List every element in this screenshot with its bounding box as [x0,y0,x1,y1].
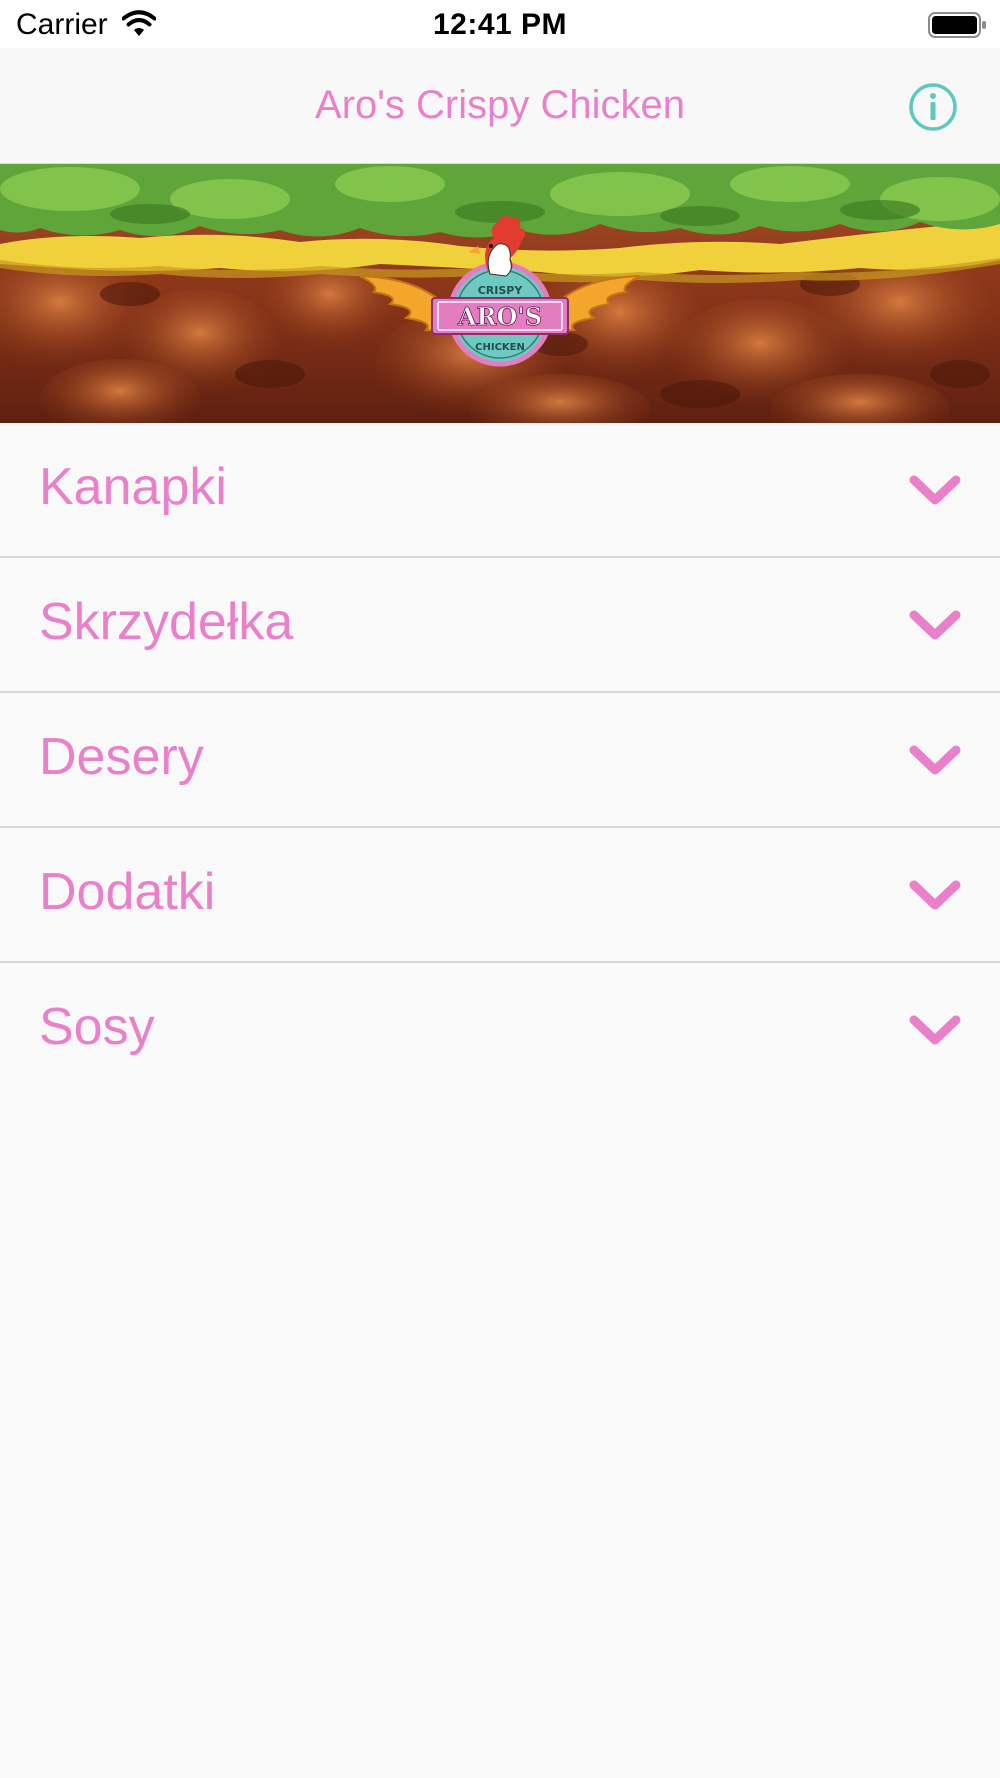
menu-category-label: Dodatki [39,863,216,921]
aros-logo: ARO'S CRISPY CHICKEN [360,215,640,367]
menu-category-desery[interactable]: Desery [0,693,1000,828]
status-time: 12:41 PM [432,8,568,41]
chevron-down-icon[interactable] [908,605,962,645]
menu-category-label: Skrzydełka [39,593,294,651]
menu-category-label: Sosy [39,998,155,1056]
menu-category-skrzydelka[interactable]: Skrzydełka [0,558,1000,693]
chevron-down-icon[interactable] [908,470,962,510]
logo-bottom-text: CHICKEN [475,342,525,353]
chevron-down-icon[interactable] [908,875,962,915]
status-bar: Carrier 12:41 PM [0,0,1000,48]
chevron-down-icon[interactable] [908,1010,962,1050]
menu-category-label: Desery [39,728,204,786]
menu-category-label: Kanapki [39,458,227,516]
menu-category-dodatki[interactable]: Dodatki [0,828,1000,963]
menu-category-sosy[interactable]: Sosy [0,963,1000,1098]
chevron-down-icon[interactable] [908,740,962,780]
page-title: Aro's Crispy Chicken [315,83,685,127]
navigation-bar: Aro's Crispy Chicken [0,48,1000,164]
hero-banner: ARO'S CRISPY CHICKEN [0,164,1000,423]
logo-top-text: CRISPY [478,284,524,297]
menu-category-list: Kanapki Skrzydełka Desery Dodatki Sosy [0,423,1000,1098]
logo-main-text: ARO'S [457,302,542,331]
info-circle-icon[interactable] [908,82,958,132]
menu-category-kanapki[interactable]: Kanapki [0,423,1000,558]
battery-icon [928,12,986,38]
